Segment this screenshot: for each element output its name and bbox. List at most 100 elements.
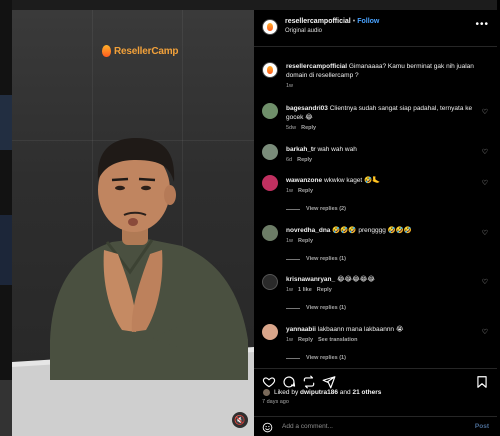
reply-button[interactable]: Reply [298, 337, 313, 343]
reply-button[interactable]: Reply [298, 238, 313, 244]
repost-button[interactable] [302, 375, 316, 389]
comment-time: 5dw [286, 125, 297, 131]
heart-icon: ♡ [481, 109, 488, 116]
repost-icon [303, 375, 315, 389]
comment-username[interactable]: barkah_tr [286, 146, 316, 153]
heart-icon: ♡ [481, 180, 488, 187]
comment-username[interactable]: novredha_dna [286, 227, 330, 234]
comment-text: wkwkw kaget 🤣🦶 [323, 177, 381, 184]
likes-summary: Liked by dwiputra186 and 21 others [262, 388, 381, 397]
comment-meta: 1w Reply [286, 188, 318, 194]
comment-like-button[interactable]: ♡ [482, 229, 488, 237]
comment-like-button[interactable]: ♡ [482, 148, 488, 156]
commenter-avatar[interactable] [262, 144, 278, 160]
replies-line [286, 208, 300, 210]
like-button[interactable] [262, 375, 276, 389]
reply-button[interactable]: Reply [301, 125, 316, 131]
backdrop-thumbnail [0, 215, 12, 285]
view-replies-button[interactable]: View replies (1) [286, 355, 346, 361]
heart-icon: ♡ [481, 230, 488, 237]
liker-avatar [262, 388, 271, 397]
commenter-avatar[interactable] [262, 274, 278, 290]
comment-username[interactable]: krisnawanryan_ [286, 276, 335, 283]
comment-button[interactable] [282, 375, 296, 389]
replies-line [286, 258, 300, 260]
post-media-video[interactable]: ResellerCamp 🔇 [12, 10, 254, 436]
view-replies-button[interactable]: View replies (2) [286, 206, 346, 212]
heart-icon: ♡ [481, 149, 488, 156]
comment-username[interactable]: wawanzone [286, 177, 322, 184]
commenter-avatar[interactable] [262, 175, 278, 191]
comment-meta: 5dw Reply [286, 125, 321, 131]
comment-text: 😂😂😂😂😂 [336, 276, 375, 283]
caption-time: 1w [286, 83, 294, 89]
person-illustration [12, 138, 254, 436]
heart-icon [262, 377, 276, 388]
page-backdrop[interactable] [0, 0, 12, 436]
replies-line [286, 357, 300, 359]
post-actions-bar [254, 368, 497, 389]
see-translation-button[interactable]: See translation [318, 337, 357, 343]
author-avatar[interactable] [262, 19, 278, 35]
comment-like-count[interactable]: 1 like [298, 287, 312, 293]
mute-toggle-button[interactable]: 🔇 [232, 412, 248, 428]
commenter-avatar[interactable] [262, 324, 278, 340]
comment-username[interactable]: bagesandri03 [286, 105, 328, 112]
comment-icon [283, 376, 296, 388]
author-username[interactable]: resellercampofficial [285, 18, 351, 25]
smiley-icon[interactable] [262, 422, 273, 433]
reply-button[interactable]: Reply [297, 157, 312, 163]
audio-label[interactable]: Original audio [285, 28, 322, 34]
ellipsis-icon: ••• [475, 19, 489, 30]
heart-icon: ♡ [481, 329, 488, 336]
comment-like-button[interactable]: ♡ [482, 278, 488, 286]
comment-text-block: krisnawanryan_ 😂😂😂😂😂 [286, 275, 476, 284]
share-button[interactable] [322, 375, 336, 389]
comment-text: wah wah wah [317, 146, 357, 153]
view-replies-button[interactable]: View replies (1) [286, 256, 346, 262]
commenter-avatar[interactable] [262, 103, 278, 119]
reply-button[interactable]: Reply [298, 188, 313, 194]
comment-text-block: bagesandri03 Clientnya sudah sangat siap… [286, 104, 476, 122]
view-replies-label: View replies (1) [306, 305, 346, 311]
view-replies-button[interactable]: View replies (1) [286, 305, 346, 311]
likes-prefix: Liked by [274, 389, 299, 396]
view-replies-label: View replies (1) [306, 256, 346, 262]
post-comment-button[interactable]: Post [475, 423, 489, 430]
comment-text-block: novredha_dna 🤣🤣🤣 prengggg 🤣🤣🤣 [286, 226, 476, 235]
comment-text-block: barkah_tr wah wah wah [286, 145, 476, 154]
flame-icon [267, 23, 273, 31]
liker-username[interactable]: dwiputra186 [300, 389, 338, 396]
more-options-button[interactable]: ••• [475, 19, 489, 30]
flame-icon [267, 66, 273, 74]
caption-meta: 1w [286, 83, 298, 89]
view-replies-label: View replies (2) [306, 206, 346, 212]
comment-like-button[interactable]: ♡ [482, 179, 488, 187]
reply-button[interactable]: Reply [317, 287, 332, 293]
save-button[interactable] [475, 375, 489, 389]
view-replies-label: View replies (1) [306, 355, 346, 361]
comment-time: 1w [286, 287, 294, 293]
comment-like-button[interactable]: ♡ [482, 108, 488, 116]
comment-text: lakbaann mana lakbaannn 😭 [317, 326, 404, 333]
follow-button[interactable]: Follow [357, 18, 379, 25]
comment-meta: 1w Reply See translation [286, 337, 362, 343]
caption-username[interactable]: resellercampofficial [286, 63, 347, 70]
comment-text-block: yannaabii lakbaann mana lakbaannn 😭 [286, 325, 476, 334]
comment-text-block: wawanzone wkwkw kaget 🤣🦶 [286, 176, 476, 185]
comment-like-button[interactable]: ♡ [482, 328, 488, 336]
post-side-panel: resellercampofficial • Follow Original aud… [254, 10, 497, 436]
speaker-muted-icon: 🔇 [234, 414, 246, 425]
likes-others-link[interactable]: 21 others [352, 389, 381, 396]
comment-composer: Add a comment... Post [254, 416, 497, 436]
comment-username[interactable]: yannaabii [286, 326, 316, 333]
author-avatar[interactable] [262, 62, 278, 78]
post-header: resellercampofficial • Follow Original aud… [254, 10, 497, 47]
heart-icon: ♡ [481, 279, 488, 286]
send-icon [322, 376, 336, 389]
commenter-avatar[interactable] [262, 225, 278, 241]
backdrop-thumbnail [0, 95, 12, 150]
comment-input[interactable]: Add a comment... [282, 423, 333, 430]
post-age: 7 days ago [262, 399, 289, 405]
bookmark-icon [477, 376, 487, 388]
